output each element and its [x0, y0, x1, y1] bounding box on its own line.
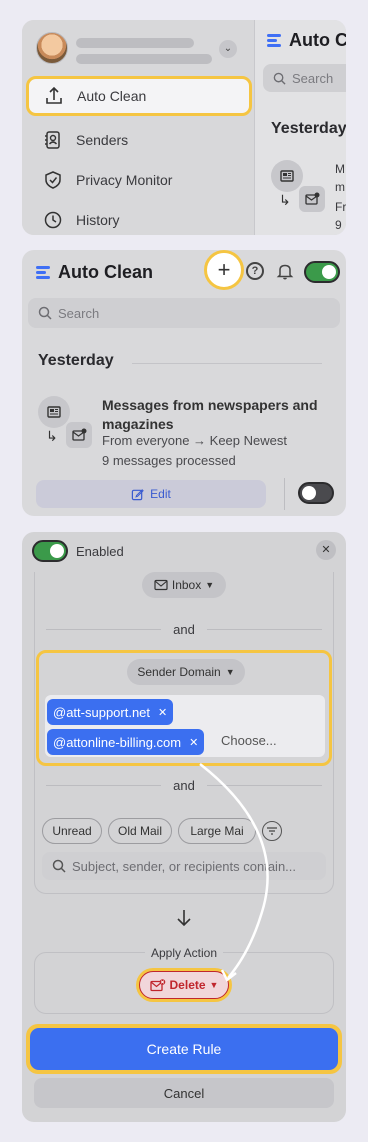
filter-icon[interactable]	[262, 821, 282, 841]
section-divider	[132, 363, 322, 364]
preview-rule-title-line2: m	[335, 180, 345, 194]
preview-title: Auto C	[267, 30, 346, 51]
preview-rule-processed: 9	[335, 218, 342, 232]
sidebar-item-label: History	[76, 212, 120, 228]
search-input[interactable]: Search	[28, 298, 340, 328]
apply-action-label: Apply Action	[22, 946, 346, 960]
rule-title[interactable]: Messages from newspapers and magazines	[102, 396, 332, 434]
sidebar-item-label: Privacy Monitor	[76, 172, 173, 188]
help-icon[interactable]: ?	[246, 262, 264, 280]
edit-icon	[131, 488, 144, 501]
avatar[interactable]	[36, 32, 68, 64]
filter-old-mail[interactable]: Old Mail	[108, 818, 172, 844]
divider	[284, 478, 285, 510]
and-separator: and	[46, 622, 323, 637]
rule-detail: From everyone → Keep Newest	[102, 433, 287, 448]
auto-clean-panel: Auto Clean + ? Search Yesterday ↳ Messag…	[22, 250, 346, 516]
rule-toggle[interactable]	[298, 482, 334, 504]
domain-chip[interactable]: @att-support.net ✕	[47, 699, 174, 725]
create-rule-button[interactable]: Create Rule	[30, 1028, 338, 1070]
menu-lines-icon	[36, 264, 50, 281]
rule-icons: ↳	[38, 396, 98, 456]
enabled-toggle[interactable]	[32, 540, 68, 562]
mailbox-dropdown[interactable]: Inbox ▼	[142, 572, 226, 598]
keep-newest-icon	[299, 186, 325, 212]
domain-token-input[interactable]: @att-support.net ✕ @attonline-billing.co…	[45, 695, 325, 757]
filter-large-mail[interactable]: Large Mai	[178, 818, 256, 844]
sidebar-item-auto-clean[interactable]: Auto Clean	[26, 76, 252, 116]
chevron-down-icon: ▼	[209, 980, 219, 990]
enabled-row: Enabled	[32, 540, 124, 562]
sidebar-item-senders[interactable]: Senders	[22, 120, 254, 160]
auto-clean-preview-pane: Auto C Search Yesterday ↳ M m Fr 9	[254, 20, 346, 235]
sidebar-item-history[interactable]: History	[22, 200, 254, 235]
choose-input[interactable]: Choose...	[221, 733, 277, 748]
section-heading: Yesterday	[38, 352, 114, 369]
rule-editor-panel: Enabled ✕ Inbox ▼ and Sender Domain ▼ @a…	[22, 532, 346, 1122]
auto-clean-master-toggle[interactable]	[304, 261, 340, 283]
preview-rule-title: M	[335, 162, 345, 176]
newspaper-icon	[271, 160, 303, 192]
enabled-label: Enabled	[76, 543, 124, 559]
domain-chip[interactable]: @attonline-billing.com ✕	[47, 729, 205, 755]
sender-domain-condition: Sender Domain ▼ @att-support.net ✕ @atto…	[36, 650, 332, 766]
preview-section-heading: Yesterday	[271, 120, 346, 137]
page-title: Auto Clean	[36, 262, 153, 283]
add-rule-button[interactable]: +	[204, 250, 244, 290]
preview-rule-icons: ↳	[271, 160, 331, 220]
preview-rule-detail: Fr	[335, 200, 346, 214]
account-chevron-down-icon[interactable]: ⌄	[219, 40, 237, 58]
return-arrow-icon: ↳	[46, 428, 58, 444]
remove-chip-icon[interactable]: ✕	[158, 706, 167, 719]
sidebar: ⌄ Auto Clean Senders Privacy Monitor His…	[22, 20, 254, 235]
menu-lines-icon	[267, 32, 281, 49]
newspaper-icon	[38, 396, 70, 428]
mail-icon	[154, 579, 168, 591]
subject-search-input[interactable]: Subject, sender, or recipients contain..…	[42, 852, 326, 880]
keep-newest-icon	[66, 422, 92, 448]
shield-icon	[42, 169, 64, 191]
chevron-down-icon: ▼	[205, 580, 215, 590]
bell-icon[interactable]	[276, 262, 294, 285]
search-icon	[52, 859, 66, 873]
history-icon	[42, 209, 64, 231]
senders-icon	[42, 129, 64, 151]
cancel-button[interactable]: Cancel	[34, 1078, 334, 1108]
sidebar-item-label: Auto Clean	[77, 88, 147, 104]
account-name-placeholder	[76, 38, 194, 48]
preview-search-input[interactable]: Search	[263, 64, 346, 92]
account-email-placeholder	[76, 54, 212, 64]
sidebar-panel: ⌄ Auto Clean Senders Privacy Monitor His…	[22, 20, 346, 235]
search-icon	[273, 72, 286, 85]
return-arrow-icon: ↳	[279, 192, 291, 208]
filter-unread[interactable]: Unread	[42, 818, 102, 844]
sidebar-item-privacy-monitor[interactable]: Privacy Monitor	[22, 160, 254, 200]
auto-clean-icon	[43, 85, 65, 107]
remove-chip-icon[interactable]: ✕	[189, 736, 198, 749]
chevron-down-icon: ▼	[225, 667, 235, 677]
create-rule-highlight: Create Rule	[26, 1024, 342, 1074]
close-button[interactable]: ✕	[316, 540, 336, 560]
delete-action-dropdown[interactable]: Delete ▼	[136, 968, 232, 1002]
edit-rule-button[interactable]: Edit	[36, 480, 266, 508]
sidebar-item-label: Senders	[76, 132, 129, 148]
delete-mail-icon	[149, 978, 166, 992]
search-icon	[38, 306, 52, 320]
arrow-down-icon	[174, 908, 194, 933]
rule-processed-count: 9 messages processed	[102, 453, 236, 468]
sender-domain-dropdown[interactable]: Sender Domain ▼	[127, 659, 245, 685]
and-separator: and	[46, 778, 323, 793]
